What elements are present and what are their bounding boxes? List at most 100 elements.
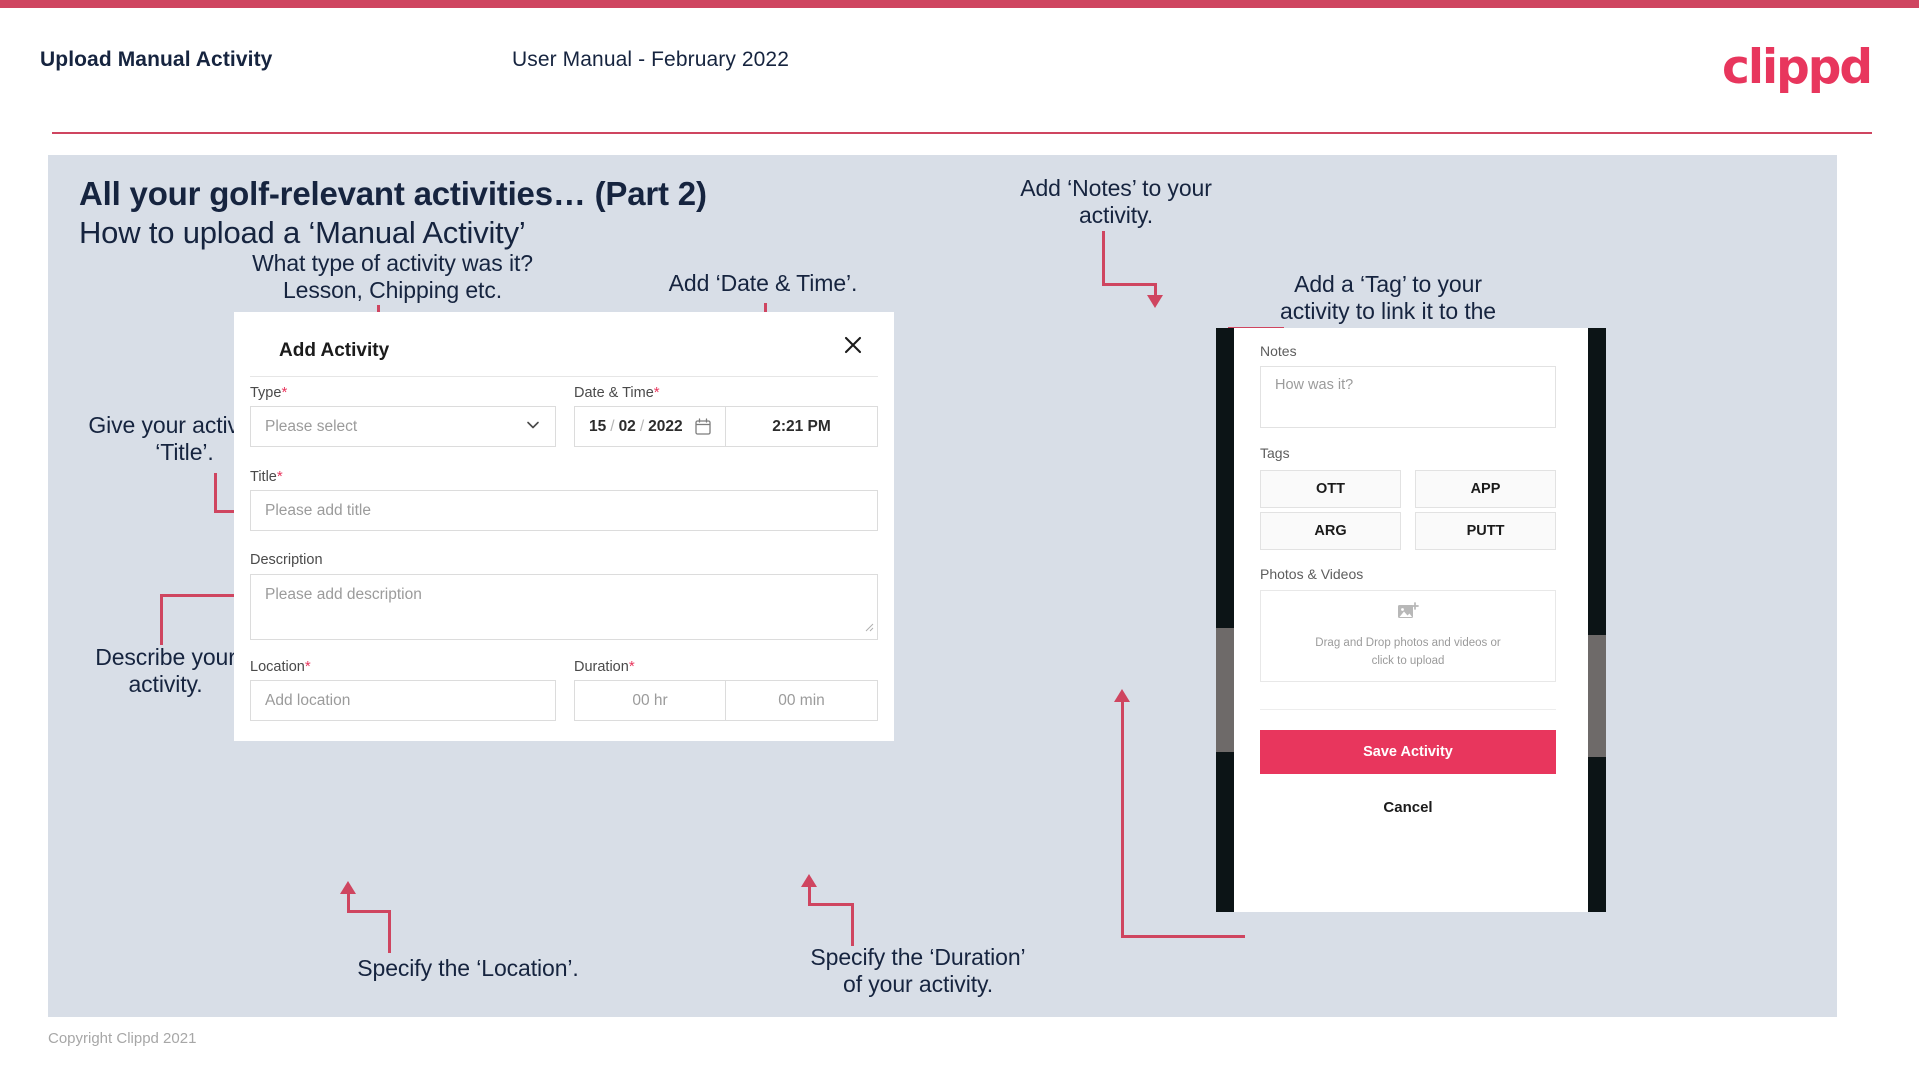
title-label: Title* [250, 468, 283, 485]
description-textarea[interactable]: Please add description [250, 574, 878, 640]
title-input-placeholder: Please add title [265, 501, 371, 519]
slide-page: Upload Manual Activity User Manual - Feb… [0, 0, 1919, 1079]
page-header: Upload Manual Activity User Manual - Feb… [0, 8, 1919, 134]
title-input[interactable]: Please add title [250, 490, 878, 531]
date-day: 15 [589, 417, 607, 435]
callout-notes-line2: activity. [1078, 201, 1154, 228]
duration-label: Duration* [574, 658, 635, 675]
header-left-title: Upload Manual Activity [40, 48, 273, 71]
connector-loc-vertical [388, 910, 391, 953]
connector-save-vertical [1121, 700, 1124, 937]
connector-notes-horizontal [1102, 283, 1157, 286]
time-value: 2:21 PM [772, 417, 831, 435]
callout-location: Specify the ‘Location’. [357, 955, 579, 981]
dialog-title: Add Activity [279, 340, 390, 361]
top-accent-bar [0, 0, 1919, 8]
phone-bezel-right [1588, 328, 1606, 912]
dropzone-hint: Drag and Drop photos and videos or click… [1315, 635, 1500, 670]
notes-textarea[interactable]: How was it? [1260, 366, 1556, 428]
add-image-icon [1397, 602, 1419, 627]
datetime-required-mark: * [653, 384, 660, 401]
duration-hours-input[interactable]: 00 hr [574, 680, 726, 721]
arrow-duration [801, 874, 817, 887]
title-required-mark: * [276, 468, 283, 485]
notes-label: Notes [1260, 343, 1297, 359]
close-icon[interactable] [836, 328, 870, 362]
phone-mockup: Notes How was it? Tags OTT APP ARG PUTT … [1216, 328, 1606, 912]
callout-duration-line1: Specify the ‘Duration’ [810, 944, 1026, 970]
type-required-mark: * [281, 384, 288, 401]
footer-copyright: Copyright Clippd 2021 [48, 1030, 197, 1047]
date-year: 2022 [648, 417, 683, 435]
duration-label-text: Duration [574, 659, 629, 675]
location-label: Location* [250, 658, 311, 675]
callout-notes-line1: Add ‘Notes’ to your [1020, 175, 1212, 201]
duration-required-mark: * [628, 658, 635, 675]
resize-handle-icon[interactable] [864, 619, 874, 637]
dialog-divider [250, 376, 878, 377]
duration-hours-placeholder: 00 hr [632, 691, 668, 709]
connector-loc-vertical2 [347, 891, 350, 912]
chevron-down-icon [525, 416, 541, 437]
date-input[interactable]: 15 / 02 / 2022 [574, 406, 726, 447]
type-select-placeholder: Please select [265, 417, 358, 435]
description-label-text: Description [250, 552, 323, 568]
add-activity-dialog: Add Activity Type* Please select Date & … [234, 312, 894, 741]
callout-datetime-text: Add ‘Date & Time’. [668, 270, 858, 296]
connector-loc-horizontal [347, 910, 391, 913]
page-subtitle: How to upload a ‘Manual Activity’ [79, 215, 526, 250]
arrow-save [1114, 689, 1130, 702]
clippd-logo: clippd [1721, 40, 1873, 95]
callout-duration: Specify the ‘Duration’ of your activity. [788, 944, 1048, 998]
header-center-title: User Manual - February 2022 [512, 48, 789, 71]
location-input[interactable]: Add location [250, 680, 556, 721]
time-input[interactable]: 2:21 PM [725, 406, 878, 447]
title-label-text: Title [250, 469, 277, 485]
connector-title-vertical [214, 473, 217, 513]
callout-type: What type of activity was it? Lesson, Ch… [240, 250, 545, 304]
connector-dur-vertical [851, 903, 854, 946]
tag-option-putt[interactable]: PUTT [1415, 512, 1556, 550]
phone-bezel-left [1216, 328, 1234, 912]
arrow-location [340, 881, 356, 894]
tag-option-ott[interactable]: OTT [1260, 470, 1401, 508]
notes-placeholder: How was it? [1275, 377, 1354, 393]
photos-videos-label: Photos & Videos [1260, 566, 1364, 582]
date-month: 02 [618, 417, 636, 435]
tags-label: Tags [1260, 445, 1290, 461]
tag-option-app[interactable]: APP [1415, 470, 1556, 508]
callout-datetime: Add ‘Date & Time’. [618, 270, 908, 297]
location-label-text: Location [250, 659, 305, 675]
dropzone-hint-line1: Drag and Drop photos and videos or [1315, 637, 1501, 650]
date-sep2: / [639, 417, 645, 435]
description-placeholder: Please add description [265, 586, 422, 603]
calendar-icon[interactable] [695, 418, 711, 435]
cancel-button[interactable]: Cancel [1260, 790, 1556, 824]
connector-dur-horizontal [808, 903, 854, 906]
tag-option-arg[interactable]: ARG [1260, 512, 1401, 550]
phone-side-button-right [1588, 635, 1606, 757]
connector-desc-vertical [160, 594, 163, 645]
type-label-text: Type [250, 385, 282, 401]
arrow-notes [1147, 295, 1163, 308]
callout-duration-line2: of your activity. [843, 970, 993, 997]
location-placeholder: Add location [265, 691, 351, 709]
save-activity-button[interactable]: Save Activity [1260, 730, 1556, 774]
type-select[interactable]: Please select [250, 406, 556, 447]
datetime-label-text: Date & Time [574, 385, 654, 401]
callout-type-line2: Lesson, Chipping etc. [282, 276, 503, 303]
duration-minutes-placeholder: 00 min [778, 691, 825, 709]
type-label: Type* [250, 384, 287, 401]
location-required-mark: * [304, 658, 311, 675]
callout-type-line1: What type of activity was it? [252, 250, 533, 276]
connector-notes-vertical [1102, 231, 1105, 286]
date-sep1: / [610, 417, 615, 435]
connector-dur-vertical2 [808, 884, 811, 905]
duration-minutes-input[interactable]: 00 min [725, 680, 878, 721]
photo-upload-dropzone[interactable]: Drag and Drop photos and videos or click… [1260, 590, 1556, 682]
header-divider [52, 132, 1872, 134]
phone-divider [1260, 709, 1556, 710]
description-label: Description [250, 552, 323, 568]
connector-save-horizontal [1121, 935, 1245, 938]
page-title: All your golf-relevant activities… (Part… [79, 175, 707, 212]
